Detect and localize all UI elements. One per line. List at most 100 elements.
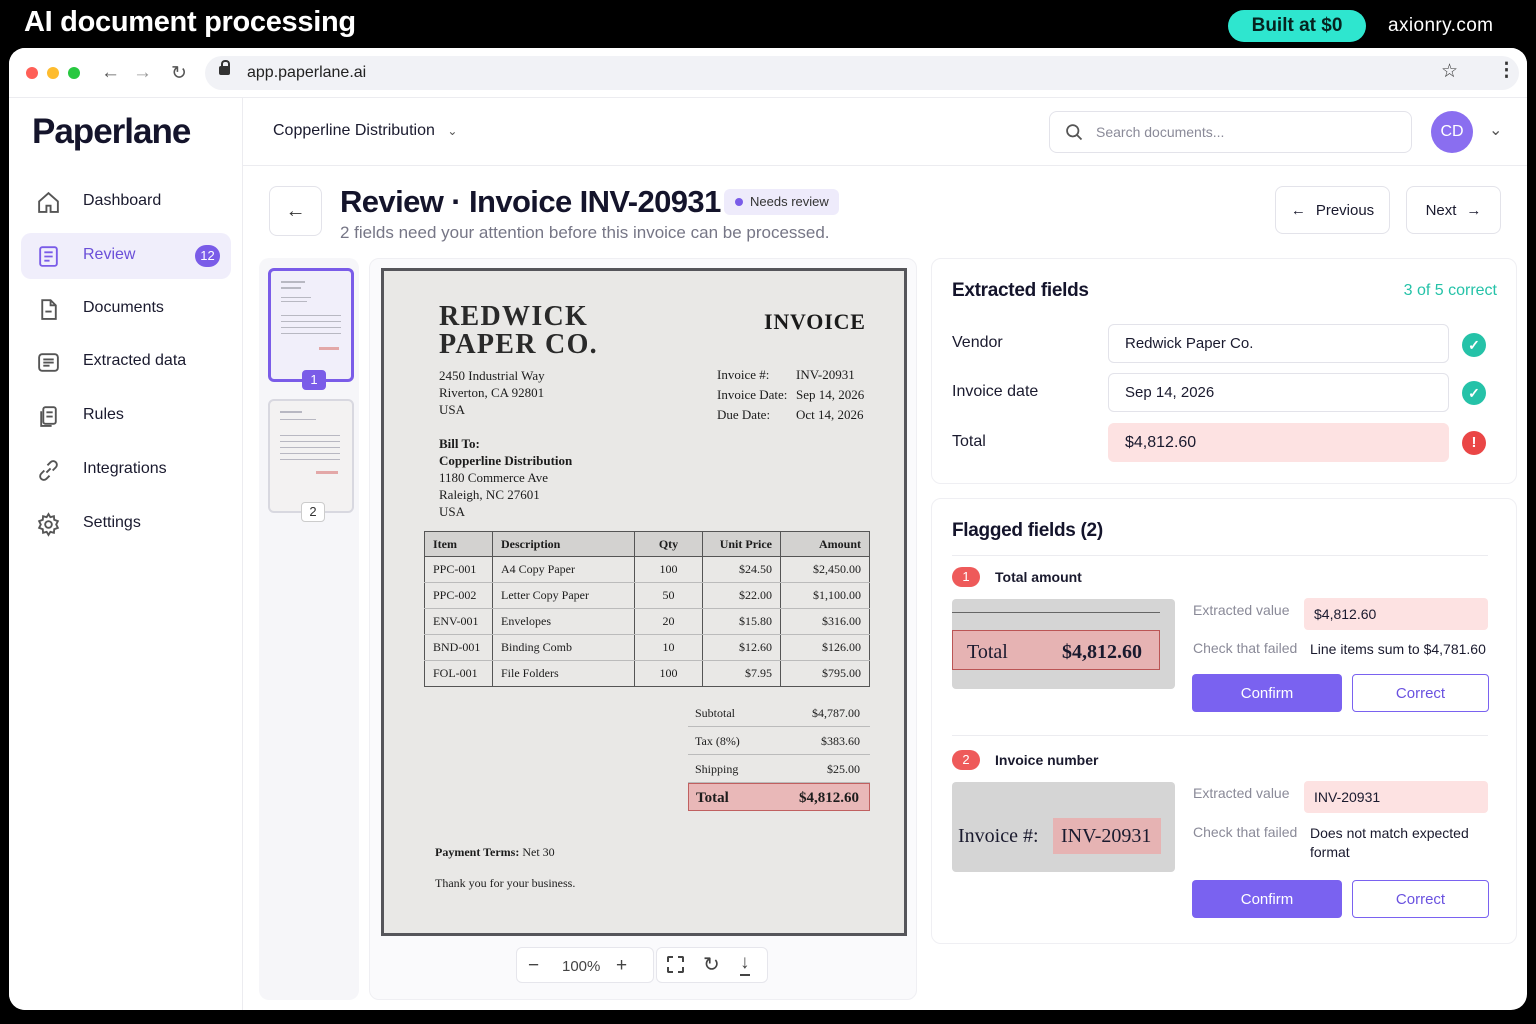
zoom-level: 100%	[562, 958, 601, 975]
check-circle-icon: ✓	[1462, 381, 1486, 405]
bill-to-line: USA	[439, 504, 466, 519]
bookmark-star-icon[interactable]: ☆	[1441, 60, 1458, 83]
sidebar-item-extracted-data[interactable]: Extracted data	[21, 339, 231, 385]
sidebar-item-label: Settings	[83, 514, 141, 531]
gear-icon	[37, 512, 60, 537]
home-icon	[38, 191, 59, 213]
meta-value: INV-20931	[796, 367, 855, 382]
table-cell: 100	[634, 556, 703, 583]
rotate-icon[interactable]: ↻	[703, 952, 720, 977]
previous-label: Previous	[1315, 201, 1375, 219]
crop-value: $4,812.60	[1062, 641, 1142, 663]
org-switcher[interactable]: Copperline Distribution ⌄	[273, 122, 457, 140]
total-field[interactable]	[1108, 423, 1449, 462]
table-row: ENV-001 Envelopes 20 $15.80 $316.00	[424, 608, 870, 635]
next-label: Next	[1425, 201, 1457, 219]
confirm-button[interactable]: Confirm	[1192, 880, 1342, 918]
total-row-highlighted: Total $4,812.60	[688, 783, 870, 811]
flagged-field-name: Total amount	[995, 569, 1082, 585]
sidebar-item-label: Integrations	[83, 460, 167, 477]
table-cell: $24.50	[702, 556, 781, 583]
column-header: Qty	[634, 531, 703, 557]
fullscreen-icon[interactable]	[667, 956, 684, 973]
search-input[interactable]	[1096, 121, 1396, 143]
vendor-field[interactable]	[1108, 324, 1449, 363]
meta-value: Oct 14, 2026	[796, 407, 864, 422]
invoice-vendor-name: REDWICK PAPER CO.	[439, 303, 598, 359]
invoice-meta: Invoice #: INV-20931 Invoice Date: Sep 14,…	[717, 365, 864, 425]
correct-button[interactable]: Correct	[1352, 674, 1489, 712]
extracted-fields-panel: Extracted fields 3 of 5 correct Vendor ✓…	[931, 258, 1517, 484]
flagged-fields-panel: Flagged fields (2) 1 Total amount Total …	[931, 498, 1517, 944]
previous-button[interactable]: ← Previous	[1275, 186, 1390, 234]
table-cell: File Folders	[492, 660, 635, 687]
table-cell: 20	[634, 608, 703, 635]
confirm-button[interactable]: Confirm	[1192, 674, 1342, 712]
sidebar-item-review[interactable]: Review 12	[21, 233, 231, 279]
account-chevron-down-icon[interactable]: ⌄	[1489, 120, 1502, 140]
back-arrow-icon[interactable]: ←	[101, 62, 120, 84]
page-subtitle: 2 fields need your attention before this…	[340, 223, 830, 242]
search-box[interactable]	[1049, 111, 1412, 153]
close-window-dot[interactable]	[26, 67, 38, 79]
invoice-date-field[interactable]	[1108, 373, 1449, 412]
table-row: BND-001 Binding Comb 10 $12.60 $126.00	[424, 634, 870, 661]
sidebar-item-documents[interactable]: Documents	[21, 286, 231, 332]
sidebar-item-dashboard[interactable]: Dashboard	[21, 179, 231, 225]
table-row: PPC-002 Letter Copy Paper 50 $22.00 $1,100.0…	[424, 582, 870, 609]
table-row: PPC-001 A4 Copy Paper 100 $24.50 $2,450.00	[424, 556, 870, 583]
table-cell: $22.00	[702, 582, 781, 609]
minimize-window-dot[interactable]	[47, 67, 59, 79]
address-line: USA	[439, 402, 466, 417]
totals-label: Shipping	[695, 762, 739, 776]
correct-button[interactable]: Correct	[1352, 880, 1489, 918]
table-cell: 10	[634, 634, 703, 661]
link-icon	[39, 460, 58, 481]
page-thumbnail[interactable]: 2	[268, 399, 354, 522]
arrow-left-icon: ←	[285, 199, 306, 222]
sidebar-item-settings[interactable]: Settings	[21, 501, 231, 547]
sidebar-item-label: Rules	[83, 406, 124, 423]
browser-menu-icon[interactable]: ⋮	[1497, 59, 1516, 82]
table-cell: $316.00	[780, 608, 870, 635]
status-badge: Needs review	[724, 189, 839, 215]
sidebar-item-rules[interactable]: Rules	[21, 393, 231, 439]
totals-value: $4,812.60	[799, 790, 859, 806]
zoom-controls: − 100% +	[516, 947, 654, 983]
bill-to-line: 1180 Commerce Ave	[439, 470, 549, 485]
divider	[952, 735, 1488, 736]
download-icon[interactable]: ↓	[740, 952, 750, 976]
maximize-window-dot[interactable]	[68, 67, 80, 79]
sidebar-item-integrations[interactable]: Integrations	[21, 447, 231, 493]
totals-row: Shipping $25.00	[688, 755, 870, 783]
flag-number-badge: 1	[952, 567, 980, 587]
table-cell: $1,100.00	[780, 582, 870, 609]
next-button[interactable]: Next →	[1406, 186, 1501, 234]
flagged-value-field[interactable]	[1304, 781, 1488, 813]
page-thumbnail[interactable]: 1	[268, 268, 354, 390]
zoom-out-icon[interactable]: −	[528, 955, 539, 977]
invoice-document: REDWICK PAPER CO. INVOICE 2450 Industria…	[381, 268, 907, 936]
sidebar-item-label: Documents	[83, 299, 164, 316]
table-cell: $795.00	[780, 660, 870, 687]
forward-arrow-icon[interactable]: →	[133, 62, 152, 84]
totals-label: Tax (8%)	[695, 734, 740, 748]
back-button[interactable]: ←	[269, 186, 322, 236]
zoom-in-icon[interactable]: +	[616, 955, 627, 977]
address-bar[interactable]: app.paperlane.ai ☆ ⋮	[205, 56, 1519, 90]
org-name: Copperline Distribution	[273, 122, 435, 139]
bill-to-label: Bill To:	[439, 436, 480, 451]
reload-icon[interactable]: ↻	[171, 62, 187, 85]
column-header: Unit Price	[702, 531, 781, 557]
error-circle-icon: !	[1462, 431, 1486, 455]
flagged-value-field[interactable]	[1304, 598, 1488, 630]
invoice-totals: Subtotal $4,787.00 Tax (8%) $383.60 Shippi…	[688, 699, 870, 811]
address-line: 2450 Industrial Way	[439, 368, 545, 383]
meta-key: Due Date:	[717, 407, 771, 422]
vendor-address: 2450 Industrial Way Riverton, CA 92801 U…	[439, 367, 545, 418]
table-cell: Letter Copy Paper	[492, 582, 635, 609]
browser-window: ← → ↻ app.paperlane.ai ☆ ⋮ Paperlane Das…	[9, 48, 1527, 1010]
avatar[interactable]: CD	[1431, 111, 1473, 153]
payment-terms-label: Payment Terms:	[435, 845, 520, 859]
check-failed-text: Line items sum to $4,781.60	[1310, 641, 1486, 657]
